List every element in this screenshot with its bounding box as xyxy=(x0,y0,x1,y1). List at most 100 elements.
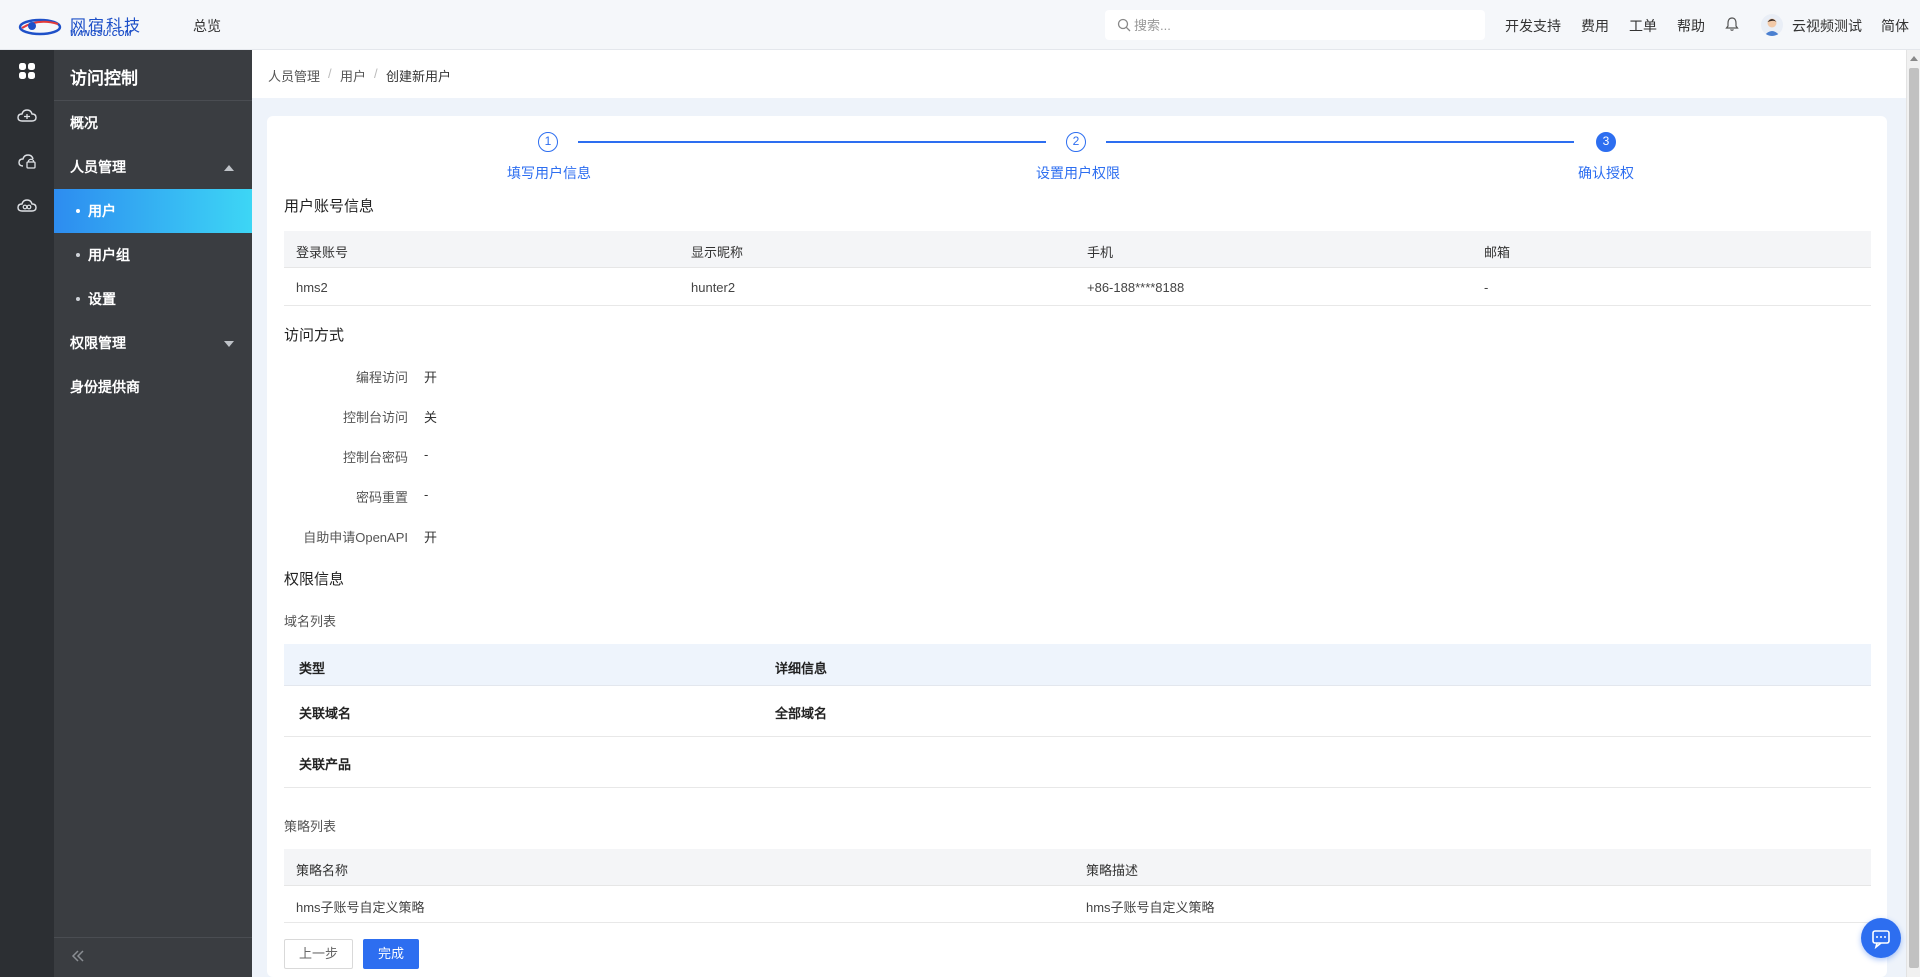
access-value-programmatic: 开 xyxy=(424,370,438,385)
sidebar-item-label: 设置 xyxy=(88,291,116,307)
user-name[interactable]: 云视频测试 xyxy=(1792,16,1862,36)
top-bar: 网宿科技 WANGSU.COM 总览 开发支持 费用 工单 帮助 云视频测试 简… xyxy=(0,0,1920,50)
caret-up-icon xyxy=(224,165,234,171)
sidebar-item-label: 概况 xyxy=(70,115,98,131)
breadcrumb-users[interactable]: 用户 xyxy=(340,66,366,85)
top-link-billing[interactable]: 费用 xyxy=(1581,16,1609,36)
access-section-title: 访问方式 xyxy=(284,327,345,344)
table-header-cell: 手机 xyxy=(1087,245,1114,260)
done-button[interactable]: 完成 xyxy=(363,939,419,969)
bell-icon[interactable] xyxy=(1724,16,1740,32)
sidebar-item-permissions[interactable]: 权限管理 xyxy=(54,321,252,365)
table-row: hms子账号自定义策略 hms子账号自定义策略 xyxy=(284,886,1871,923)
step-3-label: 确认授权 xyxy=(1578,165,1634,181)
step-2-label: 设置用户权限 xyxy=(1036,165,1120,181)
table-row: 关联产品 xyxy=(284,737,1871,788)
step-1-label: 填写用户信息 xyxy=(507,165,591,181)
policy-table-header: 策略名称 策略描述 xyxy=(284,849,1871,886)
sidebar-item-identity-provider[interactable]: 身份提供商 xyxy=(54,365,252,409)
domain-list-title: 域名列表 xyxy=(284,614,337,629)
domain-type-cell: 关联产品 xyxy=(299,757,352,772)
breadcrumb-separator: / xyxy=(374,66,378,81)
table-header-cell: 显示昵称 xyxy=(691,245,744,260)
top-link-dev-support[interactable]: 开发支持 xyxy=(1505,16,1561,36)
nickname-value: hunter2 xyxy=(691,280,736,295)
avatar[interactable] xyxy=(1761,14,1783,36)
search-icon xyxy=(1117,18,1131,32)
permission-section-title: 权限信息 xyxy=(284,571,345,588)
sidebar-item-overview[interactable]: 概况 xyxy=(54,101,252,145)
login-account-value: hms2 xyxy=(296,280,328,295)
apps-icon xyxy=(19,63,35,79)
rail-cloud[interactable] xyxy=(14,103,40,129)
policy-desc-cell: hms子账号自定义策略 xyxy=(1086,900,1215,915)
access-label-console-password: 控制台密码 xyxy=(342,450,408,465)
step-1-circle: 1 xyxy=(538,132,558,152)
breadcrumb-separator: / xyxy=(328,66,332,81)
side-divider xyxy=(54,937,252,938)
search-input[interactable] xyxy=(1134,10,1479,40)
account-section-title: 用户账号信息 xyxy=(284,198,375,215)
phone-value: +86-188****8188 xyxy=(1087,280,1185,295)
chat-icon xyxy=(1872,930,1890,950)
domain-detail-cell: 全部域名 xyxy=(775,706,828,721)
rail-cloud-link[interactable] xyxy=(14,193,40,219)
access-label-password-reset: 密码重置 xyxy=(355,490,408,505)
sidebar-item-settings[interactable]: 设置 xyxy=(54,277,252,321)
email-value: - xyxy=(1484,280,1489,295)
chat-support-button[interactable] xyxy=(1861,918,1901,958)
bullet-icon xyxy=(76,297,80,301)
access-label-console: 控制台访问 xyxy=(342,410,408,425)
prev-step-button[interactable]: 上一步 xyxy=(284,939,353,969)
policy-name-cell: hms子账号自定义策略 xyxy=(296,900,425,915)
access-label-openapi: 自助申请OpenAPI xyxy=(303,530,408,545)
logo-text-en: WANGSU.COM xyxy=(70,29,132,38)
icon-rail xyxy=(0,50,54,977)
collapse-icon[interactable] xyxy=(68,946,88,966)
sidebar-item-user-groups[interactable]: 用户组 xyxy=(54,233,252,277)
sidebar-item-users[interactable]: 用户 xyxy=(54,189,252,233)
step-3-circle: 3 xyxy=(1596,132,1616,152)
table-row: hms2 hunter2 +86-188****8188 - xyxy=(284,268,1871,306)
page-scrollbar[interactable] xyxy=(1906,50,1920,977)
table-header-cell: 策略描述 xyxy=(1086,863,1139,878)
access-value-console: 关 xyxy=(424,410,438,425)
language-switch[interactable]: 简体 xyxy=(1881,16,1909,36)
domain-type-cell: 关联域名 xyxy=(299,706,352,721)
table-header-cell: 登录账号 xyxy=(296,245,349,260)
cloud-link-icon xyxy=(17,199,37,212)
scroll-thumb[interactable] xyxy=(1909,68,1919,968)
side-menu-title: 访问控制 xyxy=(70,69,138,88)
logo-mark-icon xyxy=(18,18,62,36)
rail-apps[interactable] xyxy=(14,58,40,84)
top-nav-overview[interactable]: 总览 xyxy=(193,16,221,36)
sidebar-item-people[interactable]: 人员管理 xyxy=(54,145,252,189)
account-table-header: 登录账号 显示昵称 手机 邮箱 xyxy=(284,231,1871,268)
table-header-cell: 策略名称 xyxy=(296,863,349,878)
sidebar-item-label: 用户 xyxy=(88,203,116,219)
top-link-help[interactable]: 帮助 xyxy=(1677,16,1705,36)
domain-table-header: 类型 详细信息 xyxy=(284,644,1871,686)
access-value-openapi: 开 xyxy=(424,530,438,545)
breadcrumb: 人员管理 / 用户 / 创建新用户 xyxy=(252,50,1906,98)
scroll-up-arrow-icon[interactable] xyxy=(1910,56,1918,61)
side-menu: 访问控制 概况 人员管理 用户 用户组 设置 权限管理 身份提供商 xyxy=(54,50,252,977)
sidebar-item-label: 身份提供商 xyxy=(70,379,140,395)
company-logo[interactable]: 网宿科技 WANGSU.COM xyxy=(18,12,158,40)
step-2-circle: 2 xyxy=(1066,132,1086,152)
rail-cloud-lock[interactable] xyxy=(14,148,40,174)
cloud-lock-icon xyxy=(18,154,36,169)
caret-down-icon xyxy=(224,341,234,347)
access-value-console-password: - xyxy=(424,447,429,462)
policy-list-title: 策略列表 xyxy=(284,819,337,834)
bullet-icon xyxy=(76,253,80,257)
breadcrumb-people[interactable]: 人员管理 xyxy=(268,66,320,85)
sidebar-item-label: 用户组 xyxy=(88,247,130,263)
step-connector xyxy=(578,141,1046,143)
bullet-icon xyxy=(76,209,80,213)
search-box[interactable] xyxy=(1105,10,1485,40)
access-label-programmatic: 编程访问 xyxy=(355,370,408,385)
sidebar-item-label: 权限管理 xyxy=(70,335,126,351)
top-link-tickets[interactable]: 工单 xyxy=(1629,16,1657,36)
step-connector xyxy=(1106,141,1574,143)
